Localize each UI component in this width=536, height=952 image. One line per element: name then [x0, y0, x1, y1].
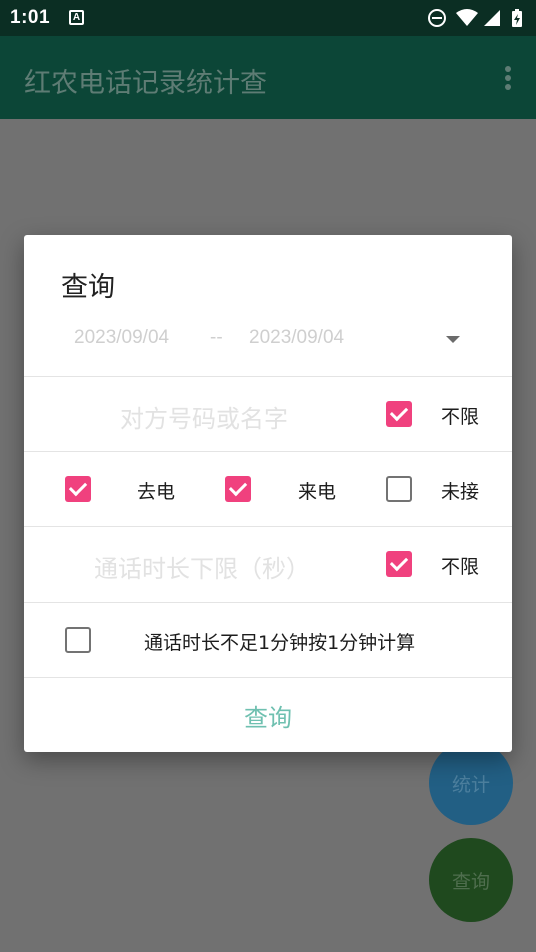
submit-query-button[interactable]: 查询 [24, 679, 512, 752]
query-fab-button[interactable]: 查询 [429, 838, 513, 922]
date-to[interactable]: 2023/09/04 [249, 327, 344, 349]
contact-unlimited-label: 不限 [441, 406, 480, 428]
missed-checkbox[interactable] [386, 476, 412, 502]
status-icons [428, 9, 522, 27]
date-range-picker[interactable]: 2023/09/04 -- 2023/09/04 [24, 323, 512, 377]
wifi-icon [456, 9, 478, 26]
call-type-row: 去电 来电 未接 [24, 452, 512, 526]
query-dialog: 查询 2023/09/04 -- 2023/09/04 对方号码或名字 不限 去… [24, 235, 512, 752]
signal-icon [484, 10, 500, 26]
status-time: 1:01 [10, 7, 51, 28]
contact-row: 对方号码或名字 不限 [24, 377, 512, 451]
outgoing-label: 去电 [137, 481, 176, 503]
outgoing-checkbox[interactable] [65, 476, 91, 502]
app-bar: 红农电话记录统计查 [0, 36, 536, 119]
overflow-menu-icon[interactable] [504, 66, 512, 90]
duration-unlimited-label: 不限 [441, 556, 480, 578]
contact-unlimited-checkbox[interactable] [386, 401, 412, 427]
duration-row: 通话时长下限（秒） 不限 [24, 527, 512, 601]
dialog-title: 查询 [61, 272, 115, 303]
round-up-label: 通话时长不足1分钟按1分钟计算 [144, 632, 416, 654]
notification-a-icon: A [69, 10, 84, 25]
battery-icon [512, 9, 522, 27]
submit-query-label: 查询 [244, 704, 292, 732]
duration-input[interactable]: 通话时长下限（秒） [94, 549, 310, 584]
duration-unlimited-checkbox[interactable] [386, 551, 412, 577]
status-bar: 1:01 A [0, 0, 536, 36]
date-from[interactable]: 2023/09/04 [74, 327, 169, 349]
incoming-label: 来电 [298, 481, 337, 503]
dropdown-arrow-icon[interactable] [446, 336, 460, 343]
stats-fab-button[interactable]: 统计 [429, 741, 513, 825]
round-up-checkbox[interactable] [65, 627, 91, 653]
contact-input[interactable]: 对方号码或名字 [120, 399, 288, 434]
missed-label: 未接 [441, 481, 480, 503]
date-separator: -- [210, 327, 223, 348]
stats-fab-label: 统计 [451, 773, 490, 796]
do-not-disturb-icon [428, 9, 446, 27]
app-title: 红农电话记录统计查 [24, 68, 267, 99]
incoming-checkbox[interactable] [225, 476, 251, 502]
round-up-row: 通话时长不足1分钟按1分钟计算 [24, 603, 512, 677]
query-fab-label: 查询 [451, 870, 490, 893]
divider [24, 677, 512, 678]
